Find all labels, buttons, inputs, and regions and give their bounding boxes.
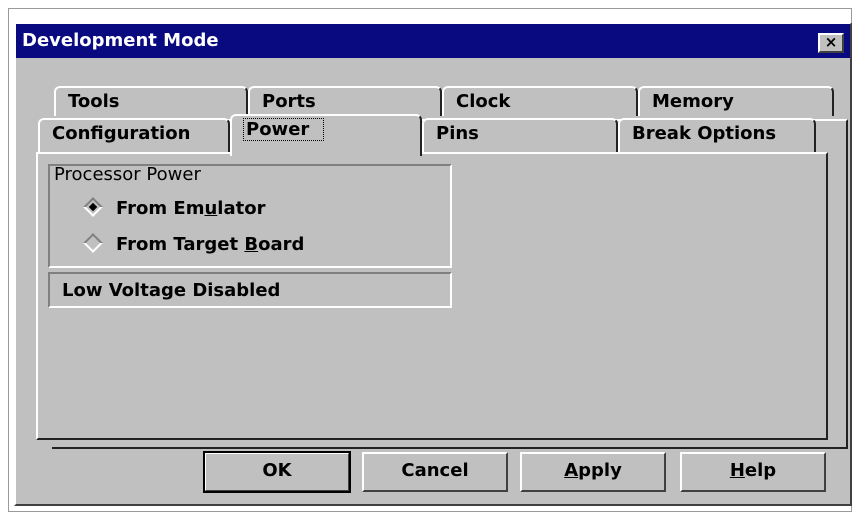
- from-target-board-mnemonic: B: [244, 234, 259, 255]
- tab-break-options[interactable]: Break Options: [618, 118, 816, 152]
- development-mode-dialog: Development Mode × Tools Ports Clock Mem…: [14, 22, 852, 506]
- low-voltage-status: Low Voltage Disabled: [48, 272, 452, 308]
- from-target-board-suffix: oard: [258, 234, 305, 255]
- processor-power-label: Processor Power: [54, 164, 201, 185]
- tab-pins-label: Pins: [436, 123, 479, 144]
- tab-power-label: Power: [242, 118, 325, 141]
- tab-control: Tools Ports Clock Memory Configuration P…: [16, 24, 854, 454]
- tab-tools[interactable]: Tools: [54, 86, 248, 116]
- from-emulator-radio[interactable]: From Emulator: [83, 197, 266, 219]
- tab-clock-label: Clock: [456, 91, 511, 112]
- apply-button[interactable]: Apply: [520, 452, 666, 492]
- tab-memory-label: Memory: [652, 91, 734, 112]
- ok-button[interactable]: OK: [203, 451, 351, 493]
- tab-ports-label: Ports: [262, 91, 316, 112]
- tab-tools-label: Tools: [68, 91, 120, 112]
- radio-selected-icon: [83, 197, 103, 217]
- apply-mnemonic: A: [564, 460, 579, 481]
- help-button[interactable]: Help: [680, 452, 826, 492]
- from-emulator-suffix: lator: [217, 198, 266, 219]
- from-target-board-radio[interactable]: From Target Board: [83, 233, 305, 255]
- from-target-board-prefix: From Target: [116, 234, 245, 255]
- radio-unselected-icon: [83, 233, 103, 253]
- from-emulator-mnemonic: u: [204, 198, 218, 219]
- tab-power[interactable]: Power: [230, 114, 422, 156]
- apply-rest: pply: [578, 460, 622, 481]
- tab-configuration-label: Configuration: [52, 123, 191, 144]
- tab-pins[interactable]: Pins: [422, 118, 618, 152]
- help-rest: elp: [744, 460, 777, 481]
- tab-memory[interactable]: Memory: [638, 86, 834, 116]
- from-emulator-prefix: From Em: [116, 198, 205, 219]
- tab-clock[interactable]: Clock: [442, 86, 638, 116]
- tab-ports[interactable]: Ports: [248, 86, 442, 116]
- help-mnemonic: H: [729, 460, 745, 481]
- tab-break-options-label: Break Options: [632, 123, 777, 144]
- tab-configuration[interactable]: Configuration: [38, 118, 230, 152]
- cancel-button[interactable]: Cancel: [362, 452, 508, 492]
